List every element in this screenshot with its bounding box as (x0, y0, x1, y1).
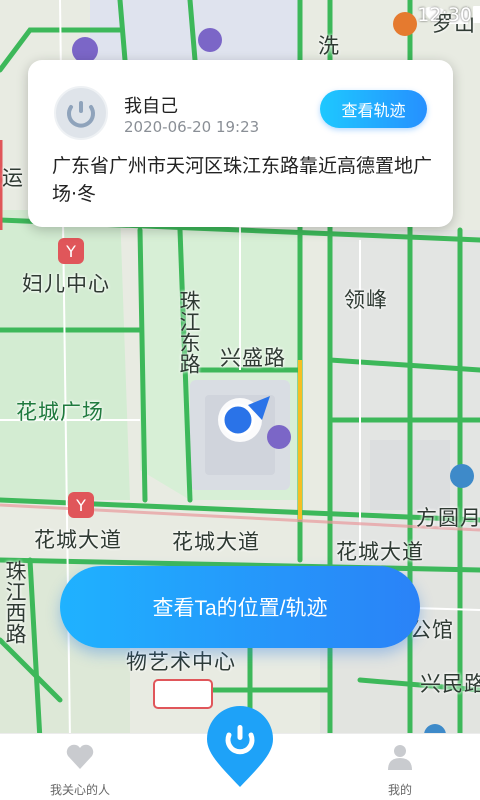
person-icon (388, 745, 412, 770)
status-bar: 12:30 (280, 0, 480, 28)
view-location-track-button[interactable]: 查看Ta的位置/轨迹 (60, 566, 420, 648)
location-info-card: 我自己 2020-06-20 19:23 查看轨迹 广东省广州市天河区珠江东路靠… (28, 60, 453, 227)
map-label-lingfeng: 领峰 (344, 288, 388, 312)
map-label-huacheng-ave-right: 花城大道 (336, 540, 424, 564)
map-label-fuer: 妇儿中心 (22, 272, 110, 296)
nav-center-location-button[interactable] (205, 705, 275, 789)
battery-icon (473, 6, 480, 23)
card-timestamp: 2020-06-20 19:23 (124, 118, 260, 136)
app-screen: Y Y 罗山 洗 运 妇儿中心 领峰 珠江东路 兴盛路 花城广场 方圆月 花城大… (0, 0, 480, 800)
card-address: 广东省广州市天河区珠江东路靠近高德置地广场·冬 (52, 155, 433, 205)
svg-text:Y: Y (65, 242, 76, 261)
map-label-fangyuan: 方圆月 (416, 506, 480, 530)
map-label-zhujiang-west: 珠江西路 (3, 560, 27, 644)
map-label-art-center: 物艺术中心 (126, 650, 236, 674)
map-label-huacheng-ave-mid: 花城大道 (172, 530, 260, 554)
status-time: 12:30 (417, 4, 472, 26)
heart-icon (66, 744, 94, 769)
svg-text:Y: Y (75, 496, 86, 515)
avatar[interactable] (54, 86, 108, 140)
nav-label-mine: 我的 (387, 783, 412, 797)
card-user-name: 我自己 (124, 96, 178, 117)
map-label-zhujiang-east: 珠江东路 (177, 290, 201, 374)
nav-item-cared-people[interactable]: 我关心的人 (20, 742, 140, 798)
nav-item-mine[interactable]: 我的 (340, 742, 460, 798)
map-label-left-road: 运 (2, 166, 24, 190)
map-label-xingsheng: 兴盛路 (220, 346, 286, 370)
map-label-huacheng-ave-left: 花城大道 (34, 528, 122, 552)
map-label-huacheng-square: 花城广场 (16, 400, 104, 424)
nav-label-cared-people: 我关心的人 (49, 783, 110, 797)
map-label-top-road: 洗 (318, 34, 340, 58)
view-track-button[interactable]: 查看轨迹 (320, 90, 427, 128)
user-logo-icon (67, 101, 95, 128)
map-label-xingmin: 兴民路 (420, 672, 480, 696)
